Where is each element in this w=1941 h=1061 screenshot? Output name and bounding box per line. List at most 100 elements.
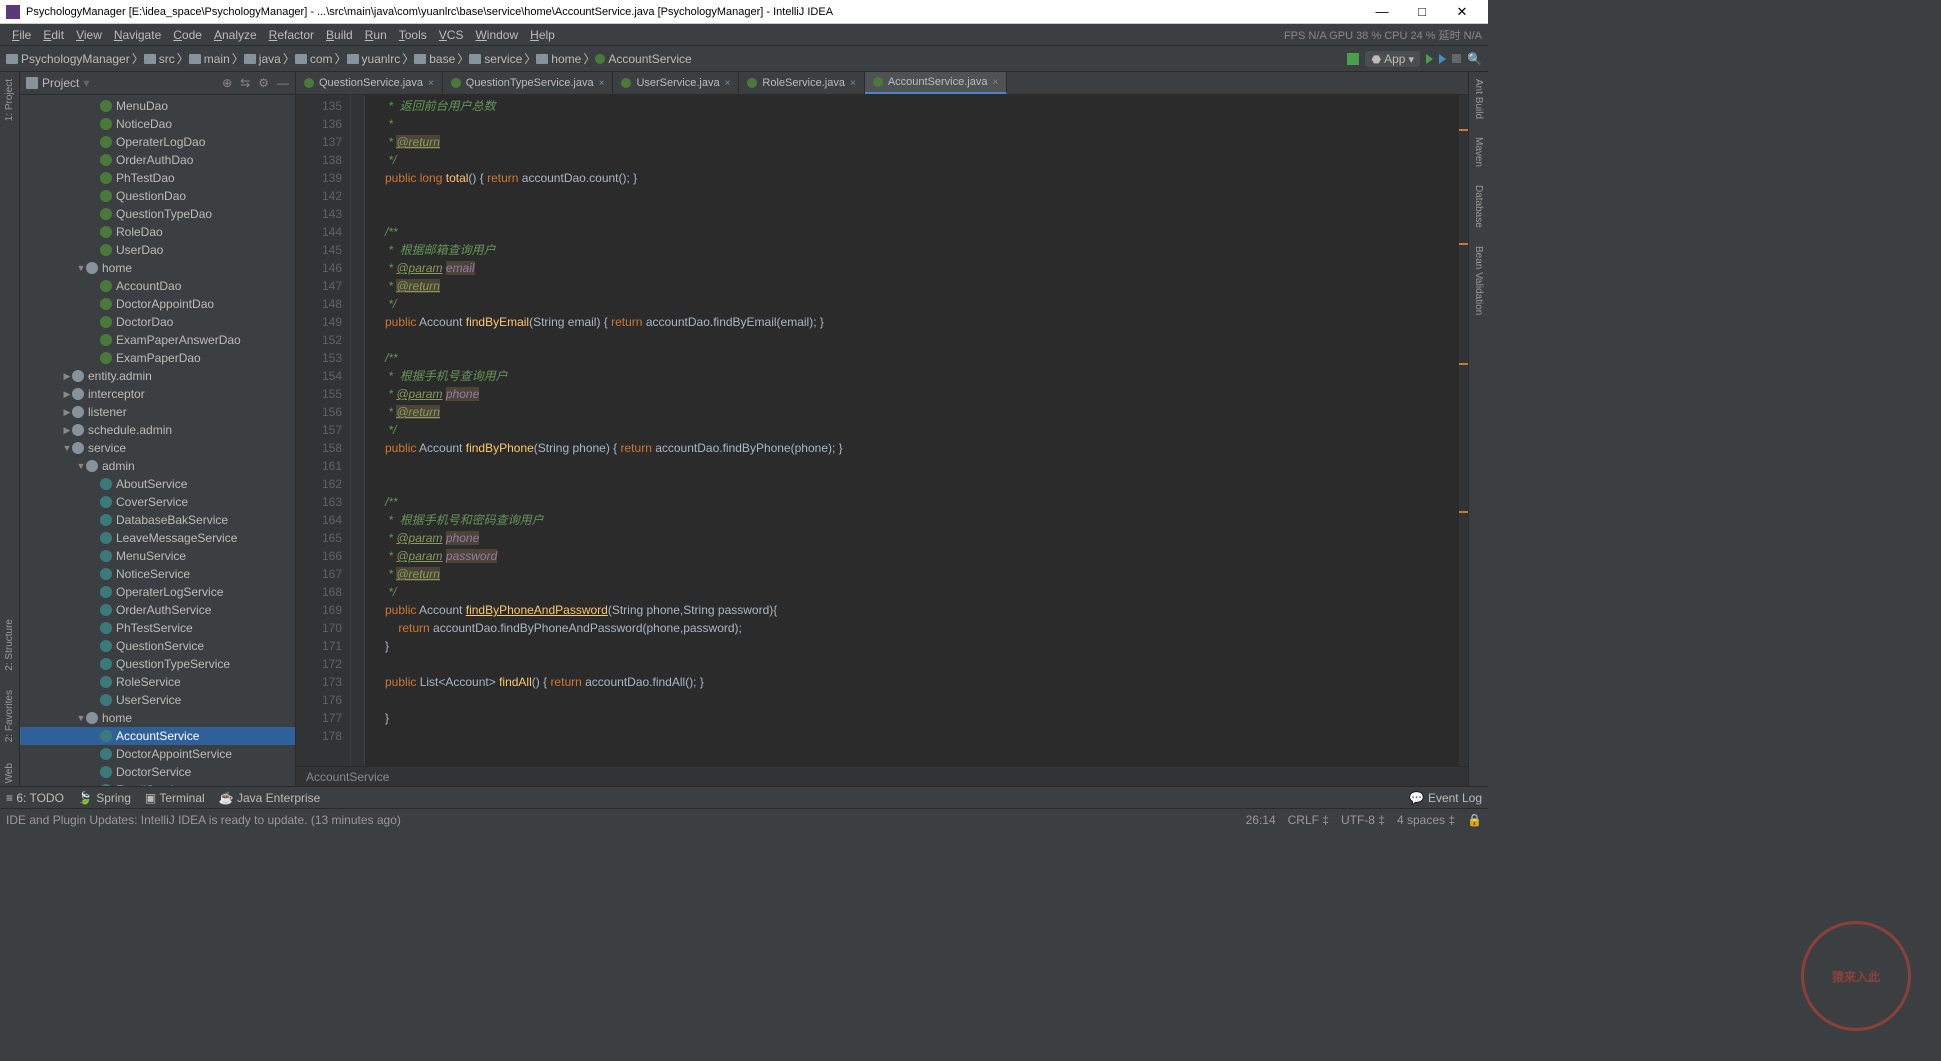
select-target-icon[interactable]: ⊕ (222, 76, 232, 90)
tab-maven[interactable]: Maven (1472, 134, 1485, 170)
editor-tab[interactable]: UserService.java× (613, 72, 739, 94)
editor-tab[interactable]: AccountService.java× (865, 72, 1008, 94)
tree-node[interactable]: ▶interceptor (20, 385, 295, 403)
close-tab-icon[interactable]: × (850, 78, 856, 89)
breadcrumb-item[interactable]: com (295, 52, 333, 66)
status-field[interactable]: UTF-8 ‡ (1341, 813, 1385, 827)
tree-node[interactable]: OperaterLogService (20, 583, 295, 601)
tree-node[interactable]: RoleService (20, 673, 295, 691)
close-tab-icon[interactable]: × (428, 78, 434, 89)
tree-node[interactable]: QuestionTypeService (20, 655, 295, 673)
tree-node[interactable]: PhTestService (20, 619, 295, 637)
tree-node[interactable]: DoctorDao (20, 313, 295, 331)
tree-node[interactable]: LeaveMessageService (20, 529, 295, 547)
close-tab-icon[interactable]: × (725, 78, 731, 89)
minimize-button[interactable]: — (1362, 4, 1402, 19)
close-tab-icon[interactable]: × (992, 77, 998, 88)
menu-help[interactable]: Help (524, 28, 561, 42)
tree-node[interactable]: UserDao (20, 241, 295, 259)
menu-build[interactable]: Build (320, 28, 359, 42)
menu-navigate[interactable]: Navigate (108, 28, 167, 42)
tab-ant[interactable]: Ant Build (1472, 76, 1485, 122)
error-stripe[interactable] (1458, 95, 1468, 766)
search-icon[interactable]: 🔍 (1467, 52, 1482, 66)
tree-node[interactable]: DoctorAppointDao (20, 295, 295, 313)
menu-run[interactable]: Run (359, 28, 393, 42)
tree-node[interactable]: DoctorService (20, 763, 295, 781)
tab-database[interactable]: Database (1472, 182, 1485, 231)
menu-code[interactable]: Code (167, 28, 208, 42)
menu-refactor[interactable]: Refactor (263, 28, 320, 42)
tree-node[interactable]: RoleDao (20, 223, 295, 241)
menu-window[interactable]: Window (469, 28, 524, 42)
tree-node[interactable]: ▼admin (20, 457, 295, 475)
close-button[interactable]: ✕ (1442, 4, 1482, 20)
collapse-icon[interactable]: ⇆ (240, 76, 250, 90)
tree-node[interactable]: OrderAuthDao (20, 151, 295, 169)
bottom-tool[interactable]: ☕ Java Enterprise (219, 791, 321, 805)
line-gutter[interactable]: 1351361371381391421431441451461471481491… (296, 95, 351, 766)
tree-node[interactable]: UserService (20, 691, 295, 709)
stop-button[interactable] (1452, 54, 1461, 63)
breadcrumb-item[interactable]: service (469, 52, 522, 66)
breadcrumb-item[interactable]: PsychologyManager (6, 52, 130, 66)
tree-node[interactable]: AccountDao (20, 277, 295, 295)
status-field[interactable]: 🔒 (1467, 813, 1482, 827)
gear-icon[interactable]: ⚙ (258, 76, 269, 90)
project-tree[interactable]: MenuDaoNoticeDaoOperaterLogDaoOrderAuthD… (20, 95, 295, 786)
tree-node[interactable]: EmailService (20, 781, 295, 786)
tab-structure[interactable]: 2: Structure (3, 616, 16, 674)
menu-view[interactable]: View (70, 28, 108, 42)
hide-icon[interactable]: — (277, 76, 289, 90)
tree-node[interactable]: DoctorAppointService (20, 745, 295, 763)
status-field[interactable]: 26:14 (1246, 813, 1276, 827)
tree-node[interactable]: ExamPaperAnswerDao (20, 331, 295, 349)
fold-gutter[interactable] (351, 95, 365, 766)
event-log-button[interactable]: 💬 Event Log (1409, 791, 1482, 805)
breadcrumb-item[interactable]: base (414, 52, 455, 66)
tree-node[interactable]: CoverService (20, 493, 295, 511)
tree-node[interactable]: QuestionDao (20, 187, 295, 205)
menu-tools[interactable]: Tools (393, 28, 433, 42)
editor-tab[interactable]: RoleService.java× (739, 72, 864, 94)
tree-node[interactable]: MenuService (20, 547, 295, 565)
status-field[interactable]: CRLF ‡ (1288, 813, 1329, 827)
status-field[interactable]: 4 spaces ‡ (1397, 813, 1455, 827)
menu-analyze[interactable]: Analyze (208, 28, 263, 42)
tab-web[interactable]: Web (3, 760, 16, 786)
editor-breadcrumb[interactable]: AccountService (296, 766, 1468, 786)
tree-node[interactable]: OrderAuthService (20, 601, 295, 619)
maximize-button[interactable]: □ (1402, 4, 1442, 19)
tree-node[interactable]: NoticeService (20, 565, 295, 583)
tree-node[interactable]: QuestionTypeDao (20, 205, 295, 223)
editor-tab[interactable]: QuestionTypeService.java× (443, 72, 614, 94)
tree-node[interactable]: PhTestDao (20, 169, 295, 187)
breadcrumb-item[interactable]: AccountService (595, 52, 691, 66)
breadcrumb-item[interactable]: home (536, 52, 581, 66)
close-tab-icon[interactable]: × (599, 78, 605, 89)
bottom-tool[interactable]: 🍃 Spring (78, 791, 131, 805)
tree-node[interactable]: ExamPaperDao (20, 349, 295, 367)
run-button[interactable] (1426, 54, 1433, 64)
tree-node[interactable]: OperaterLogDao (20, 133, 295, 151)
tree-node[interactable]: AboutService (20, 475, 295, 493)
tree-node[interactable]: ▼home (20, 709, 295, 727)
bottom-tool[interactable]: ≡ 6: TODO (6, 791, 64, 805)
tree-node[interactable]: AccountService (20, 727, 295, 745)
tree-node[interactable]: DatabaseBakService (20, 511, 295, 529)
tab-favorites[interactable]: 2: Favorites (3, 687, 16, 745)
tab-bean[interactable]: Bean Validation (1472, 243, 1485, 318)
menu-edit[interactable]: Edit (37, 28, 70, 42)
code-editor[interactable]: * 返回前台用户总数 * * @return */public long tot… (365, 95, 1458, 766)
tree-node[interactable]: ▼home (20, 259, 295, 277)
tree-node[interactable]: ▶entity.admin (20, 367, 295, 385)
breadcrumb-item[interactable]: main (189, 52, 230, 66)
menu-vcs[interactable]: VCS (433, 28, 470, 42)
menu-file[interactable]: File (6, 28, 37, 42)
build-button[interactable] (1347, 53, 1359, 65)
tree-node[interactable]: NoticeDao (20, 115, 295, 133)
tree-node[interactable]: ▶listener (20, 403, 295, 421)
tree-node[interactable]: ▼service (20, 439, 295, 457)
run-config-selector[interactable]: ⬣ App ▾ (1365, 51, 1420, 67)
tree-node[interactable]: MenuDao (20, 97, 295, 115)
